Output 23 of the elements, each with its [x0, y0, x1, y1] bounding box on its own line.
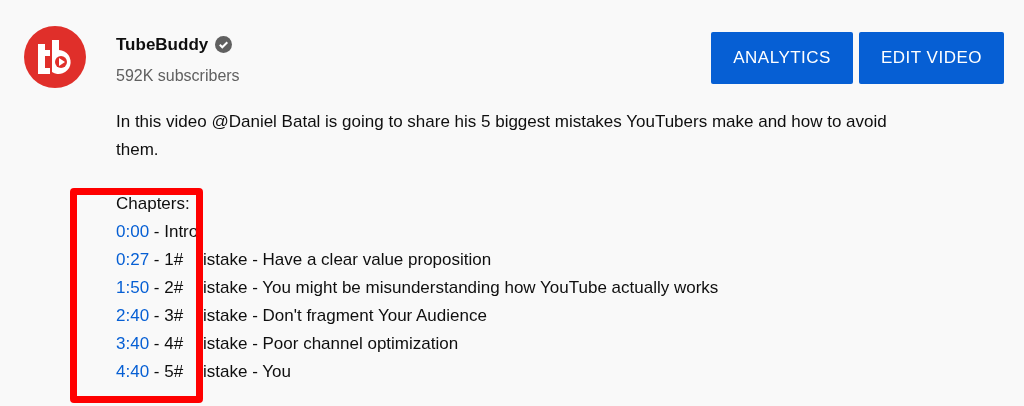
chapter-line: 4:40 - 5# [116, 362, 184, 381]
subscriber-count: 592K subscribers [116, 65, 240, 86]
timestamp-link[interactable]: 2:40 [116, 306, 150, 325]
timestamp-link[interactable]: 4:40 [116, 362, 150, 381]
chapter-line: 1:50 - 2# [116, 278, 184, 297]
timestamp-link[interactable]: 0:00 [116, 222, 150, 241]
timestamp-link[interactable]: 0:27 [116, 250, 150, 269]
chapters-heading: Chapters: [116, 193, 190, 215]
chapter-line: 2:40 - 3# [116, 306, 184, 325]
timestamp-link[interactable]: 1:50 [116, 278, 150, 297]
channel-logo-icon[interactable] [24, 26, 86, 88]
description-text: In this video @Daniel Batal is going to share his 5 biggest mistakes YouTubers make and how to avoid them. [116, 111, 888, 161]
timestamp-link[interactable]: 3:40 [116, 334, 150, 353]
chapter-title: istake - Poor channel optimization [203, 333, 459, 355]
action-button[interactable]: EDIT VIDEO [858, 32, 1004, 84]
chapter-title: istake - You [203, 361, 291, 383]
chapter-title: istake - You might be misunderstanding how YouTube actually works [203, 277, 719, 299]
action-button[interactable]: ANALYTICS [711, 32, 853, 84]
chapter-title: istake - Don't fragment Your Audience [203, 305, 487, 327]
chapter-line: 3:40 - 4# [116, 334, 184, 353]
chapter-title: istake - Have a clear value proposition [203, 249, 492, 271]
channel-name[interactable]: TubeBuddy [116, 32, 209, 58]
chapter-line: 0:27 - 1# [116, 250, 184, 269]
